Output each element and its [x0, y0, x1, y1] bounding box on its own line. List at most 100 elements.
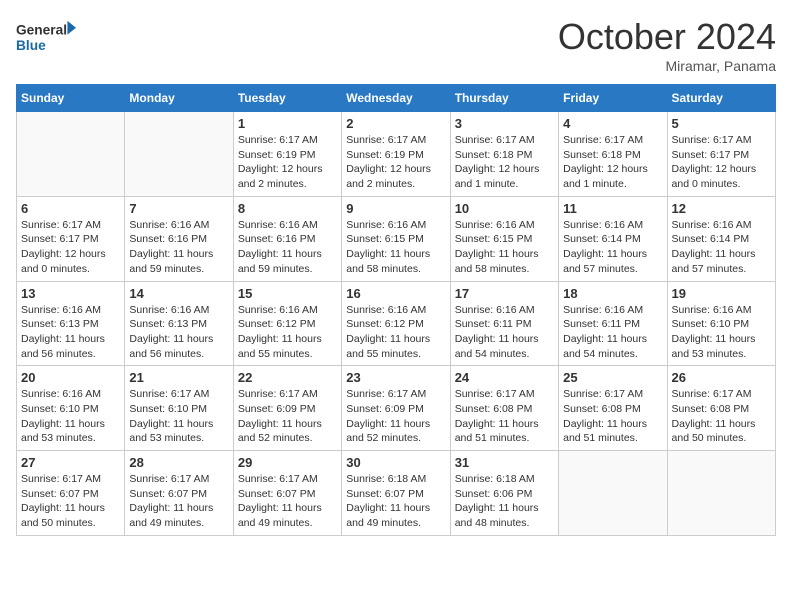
day-cell: 27Sunrise: 6:17 AM Sunset: 6:07 PM Dayli…: [17, 451, 125, 536]
day-cell: 26 Sunrise: 6:17 AM Sunset: 6:08 PM Dayli…: [667, 366, 775, 451]
day-cell: 2Sunrise: 6:17 AM Sunset: 6:19 PM Daylig…: [342, 112, 450, 197]
day-number: 24: [455, 370, 554, 385]
header-saturday: Saturday: [667, 85, 775, 112]
day-number: 20: [21, 370, 120, 385]
day-number: 30: [346, 455, 445, 470]
header-wednesday: Wednesday: [342, 85, 450, 112]
svg-text:Blue: Blue: [16, 38, 46, 53]
day-cell: 24 Sunrise: 6:17 AM Sunset: 6:08 PM Dayli…: [450, 366, 558, 451]
day-number: 6: [21, 201, 120, 216]
day-number: 29: [238, 455, 337, 470]
day-content: Sunrise: 6:16 AM Sunset: 6:11 PM Dayligh…: [563, 303, 662, 362]
day-content: Sunrise: 6:16 AM Sunset: 6:16 PM Dayligh…: [129, 218, 228, 277]
day-content: Sunrise: 6:17 AM Sunset: 6:07 PM Dayligh…: [129, 472, 228, 531]
day-number: 10: [455, 201, 554, 216]
day-content: Sunrise: 6:17 AM Sunset: 6:17 PM Dayligh…: [672, 133, 771, 192]
day-cell: [559, 451, 667, 536]
day-cell: 21 Sunrise: 6:17 AM Sunset: 6:10 PM Dayli…: [125, 366, 233, 451]
day-content: Sunrise: 6:17 AM Sunset: 6:08 PM Dayligh…: [455, 387, 554, 446]
day-content: Sunrise: 6:17 AM Sunset: 6:07 PM Dayligh…: [238, 472, 337, 531]
day-cell: 9 Sunrise: 6:16 AM Sunset: 6:15 PM Daylig…: [342, 196, 450, 281]
day-cell: 20 Sunrise: 6:16 AM Sunset: 6:10 PM Dayli…: [17, 366, 125, 451]
day-number: 13: [21, 286, 120, 301]
day-content: Sunrise: 6:16 AM Sunset: 6:16 PM Dayligh…: [238, 218, 337, 277]
week-row-1: 6 Sunrise: 6:17 AM Sunset: 6:17 PM Daylig…: [17, 196, 776, 281]
day-cell: 16Sunrise: 6:16 AM Sunset: 6:12 PM Dayli…: [342, 281, 450, 366]
day-cell: [17, 112, 125, 197]
calendar-table: SundayMondayTuesdayWednesdayThursdayFrid…: [16, 84, 776, 536]
day-number: 8: [238, 201, 337, 216]
day-number: 1: [238, 116, 337, 131]
month-title: October 2024: [558, 16, 776, 58]
day-number: 4: [563, 116, 662, 131]
day-content: Sunrise: 6:17 AM Sunset: 6:19 PM Dayligh…: [238, 133, 337, 192]
header-tuesday: Tuesday: [233, 85, 341, 112]
day-cell: 23 Sunrise: 6:17 AM Sunset: 6:09 PM Dayli…: [342, 366, 450, 451]
day-number: 15: [238, 286, 337, 301]
week-row-3: 20 Sunrise: 6:16 AM Sunset: 6:10 PM Dayli…: [17, 366, 776, 451]
day-cell: 30 Sunrise: 6:18 AM Sunset: 6:07 PM Dayli…: [342, 451, 450, 536]
day-content: Sunrise: 6:17 AM Sunset: 6:18 PM Dayligh…: [455, 133, 554, 192]
header-sunday: Sunday: [17, 85, 125, 112]
day-number: 28: [129, 455, 228, 470]
day-number: 22: [238, 370, 337, 385]
day-cell: 31 Sunrise: 6:18 AM Sunset: 6:06 PM Dayli…: [450, 451, 558, 536]
day-number: 16: [346, 286, 445, 301]
day-number: 17: [455, 286, 554, 301]
day-cell: 18 Sunrise: 6:16 AM Sunset: 6:11 PM Dayli…: [559, 281, 667, 366]
day-content: Sunrise: 6:17 AM Sunset: 6:09 PM Dayligh…: [346, 387, 445, 446]
day-cell: 13Sunrise: 6:16 AM Sunset: 6:13 PM Dayli…: [17, 281, 125, 366]
header-thursday: Thursday: [450, 85, 558, 112]
day-content: Sunrise: 6:16 AM Sunset: 6:12 PM Dayligh…: [238, 303, 337, 362]
day-cell: [667, 451, 775, 536]
day-number: 25: [563, 370, 662, 385]
day-cell: 12 Sunrise: 6:16 AM Sunset: 6:14 PM Dayli…: [667, 196, 775, 281]
day-cell: 6 Sunrise: 6:17 AM Sunset: 6:17 PM Daylig…: [17, 196, 125, 281]
day-number: 18: [563, 286, 662, 301]
day-number: 9: [346, 201, 445, 216]
day-content: Sunrise: 6:17 AM Sunset: 6:07 PM Dayligh…: [21, 472, 120, 531]
day-number: 31: [455, 455, 554, 470]
day-cell: 3 Sunrise: 6:17 AM Sunset: 6:18 PM Daylig…: [450, 112, 558, 197]
day-content: Sunrise: 6:17 AM Sunset: 6:19 PM Dayligh…: [346, 133, 445, 192]
day-content: Sunrise: 6:17 AM Sunset: 6:08 PM Dayligh…: [672, 387, 771, 446]
logo-svg: General Blue: [16, 16, 76, 60]
day-cell: 25 Sunrise: 6:17 AM Sunset: 6:08 PM Dayli…: [559, 366, 667, 451]
day-content: Sunrise: 6:18 AM Sunset: 6:07 PM Dayligh…: [346, 472, 445, 531]
day-cell: 29 Sunrise: 6:17 AM Sunset: 6:07 PM Dayli…: [233, 451, 341, 536]
day-cell: 15 Sunrise: 6:16 AM Sunset: 6:12 PM Dayli…: [233, 281, 341, 366]
day-content: Sunrise: 6:17 AM Sunset: 6:08 PM Dayligh…: [563, 387, 662, 446]
day-cell: [125, 112, 233, 197]
day-content: Sunrise: 6:16 AM Sunset: 6:13 PM Dayligh…: [129, 303, 228, 362]
day-number: 11: [563, 201, 662, 216]
day-cell: 28 Sunrise: 6:17 AM Sunset: 6:07 PM Dayli…: [125, 451, 233, 536]
day-cell: 19Sunrise: 6:16 AM Sunset: 6:10 PM Dayli…: [667, 281, 775, 366]
day-content: Sunrise: 6:17 AM Sunset: 6:09 PM Dayligh…: [238, 387, 337, 446]
day-number: 23: [346, 370, 445, 385]
day-cell: 1 Sunrise: 6:17 AM Sunset: 6:19 PM Daylig…: [233, 112, 341, 197]
day-content: Sunrise: 6:17 AM Sunset: 6:10 PM Dayligh…: [129, 387, 228, 446]
title-area: October 2024 Miramar, Panama: [558, 16, 776, 74]
day-cell: 22 Sunrise: 6:17 AM Sunset: 6:09 PM Dayli…: [233, 366, 341, 451]
header-row: SundayMondayTuesdayWednesdayThursdayFrid…: [17, 85, 776, 112]
day-content: Sunrise: 6:17 AM Sunset: 6:18 PM Dayligh…: [563, 133, 662, 192]
day-content: Sunrise: 6:18 AM Sunset: 6:06 PM Dayligh…: [455, 472, 554, 531]
day-number: 21: [129, 370, 228, 385]
day-number: 12: [672, 201, 771, 216]
day-content: Sunrise: 6:16 AM Sunset: 6:10 PM Dayligh…: [21, 387, 120, 446]
day-number: 19: [672, 286, 771, 301]
day-number: 7: [129, 201, 228, 216]
day-cell: 14Sunrise: 6:16 AM Sunset: 6:13 PM Dayli…: [125, 281, 233, 366]
day-content: Sunrise: 6:16 AM Sunset: 6:15 PM Dayligh…: [346, 218, 445, 277]
day-number: 26: [672, 370, 771, 385]
day-cell: 5Sunrise: 6:17 AM Sunset: 6:17 PM Daylig…: [667, 112, 775, 197]
day-content: Sunrise: 6:16 AM Sunset: 6:14 PM Dayligh…: [672, 218, 771, 277]
day-content: Sunrise: 6:16 AM Sunset: 6:11 PM Dayligh…: [455, 303, 554, 362]
logo: General Blue: [16, 16, 76, 60]
day-cell: 17 Sunrise: 6:16 AM Sunset: 6:11 PM Dayli…: [450, 281, 558, 366]
day-number: 3: [455, 116, 554, 131]
day-content: Sunrise: 6:17 AM Sunset: 6:17 PM Dayligh…: [21, 218, 120, 277]
week-row-2: 13 Sunrise: 6:16 AM Sunset: 6:13 PM Dayli…: [17, 281, 776, 366]
day-cell: 7 Sunrise: 6:16 AM Sunset: 6:16 PM Daylig…: [125, 196, 233, 281]
header: General Blue October 2024 Miramar, Panam…: [16, 16, 776, 74]
